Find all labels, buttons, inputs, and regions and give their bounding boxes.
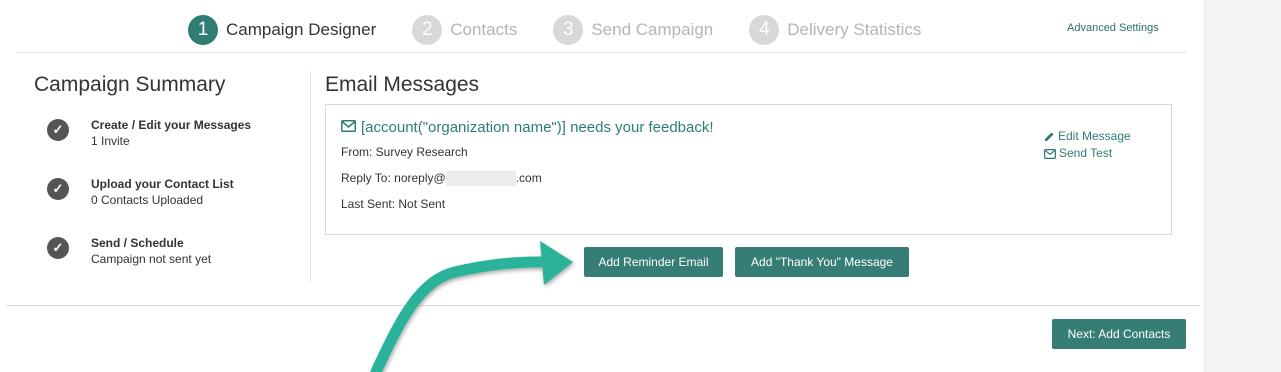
step-send-campaign[interactable]: 3 Send Campaign	[553, 15, 713, 45]
email-from: From: Survey Research	[341, 145, 468, 159]
advanced-settings-link[interactable]: Advanced Settings	[1067, 22, 1159, 34]
step-label: Delivery Statistics	[787, 20, 922, 39]
step-label: Send Campaign	[591, 20, 714, 39]
wizard-stepper: 1 Campaign Designer 2 Contacts 3 Send Ca…	[188, 14, 957, 46]
step-delivery-statistics[interactable]: 4 Delivery Statistics	[749, 15, 921, 45]
step-contacts[interactable]: 2 Contacts	[412, 15, 517, 45]
summary-item-heading: Upload your Contact List	[91, 177, 234, 191]
summary-item-heading: Create / Edit your Messages	[91, 118, 252, 132]
add-thank-you-message-button[interactable]: Add "Thank You" Message	[735, 247, 909, 277]
divider	[17, 52, 1187, 53]
send-test-label: Send Test	[1059, 146, 1113, 160]
summary-item-schedule: ✓ Send / Schedule Campaign not sent yet	[47, 235, 211, 267]
add-reminder-email-button[interactable]: Add Reminder Email	[584, 247, 723, 277]
send-test-link[interactable]: Send Test	[1044, 145, 1131, 162]
redacted-domain	[445, 171, 516, 187]
step-number: 2	[412, 15, 443, 45]
email-messages-title: Email Messages	[325, 73, 480, 96]
reply-to-prefix: Reply To: noreply@	[341, 171, 446, 185]
email-reply-to: Reply To: noreply@ .com	[341, 171, 542, 187]
summary-item-heading: Send / Schedule	[91, 236, 184, 250]
step-number: 4	[749, 15, 780, 45]
summary-item-sub: 1 Invite	[91, 134, 130, 148]
step-label: Contacts	[450, 20, 518, 39]
email-message-card: [account("organization name")] needs you…	[325, 104, 1172, 235]
email-subject-text: [account("organization name")] needs you…	[361, 119, 714, 136]
email-subject[interactable]: [account("organization name")] needs you…	[341, 119, 714, 136]
summary-item-contacts: ✓ Upload your Contact List 0 Contacts Up…	[47, 176, 234, 208]
edit-message-label: Edit Message	[1058, 129, 1131, 143]
reply-to-suffix: .com	[515, 171, 542, 185]
summary-item-messages: ✓ Create / Edit your Messages 1 Invite	[47, 117, 251, 149]
divider	[6, 305, 1199, 306]
next-add-contacts-button[interactable]: Next: Add Contacts	[1052, 319, 1186, 349]
pencil-icon	[1045, 132, 1054, 141]
step-campaign-designer[interactable]: 1 Campaign Designer	[188, 15, 376, 45]
right-gutter	[1204, 0, 1281, 372]
column-divider	[310, 71, 311, 282]
check-circle-icon: ✓	[47, 237, 69, 259]
step-label: Campaign Designer	[226, 20, 377, 39]
campaign-page: 1 Campaign Designer 2 Contacts 3 Send Ca…	[0, 0, 1204, 372]
campaign-summary-title: Campaign Summary	[34, 73, 226, 96]
email-last-sent: Last Sent: Not Sent	[341, 197, 446, 211]
check-circle-icon: ✓	[47, 178, 69, 200]
step-number: 1	[188, 15, 218, 45]
summary-item-sub: 0 Contacts Uploaded	[91, 193, 204, 207]
summary-item-sub: Campaign not sent yet	[91, 252, 212, 266]
email-card-actions: Edit Message Send Test	[1044, 128, 1131, 162]
envelope-icon	[1044, 148, 1056, 159]
envelope-icon	[341, 119, 356, 136]
check-circle-icon: ✓	[47, 119, 69, 141]
edit-message-link[interactable]: Edit Message	[1044, 128, 1131, 145]
step-number: 3	[553, 15, 584, 45]
